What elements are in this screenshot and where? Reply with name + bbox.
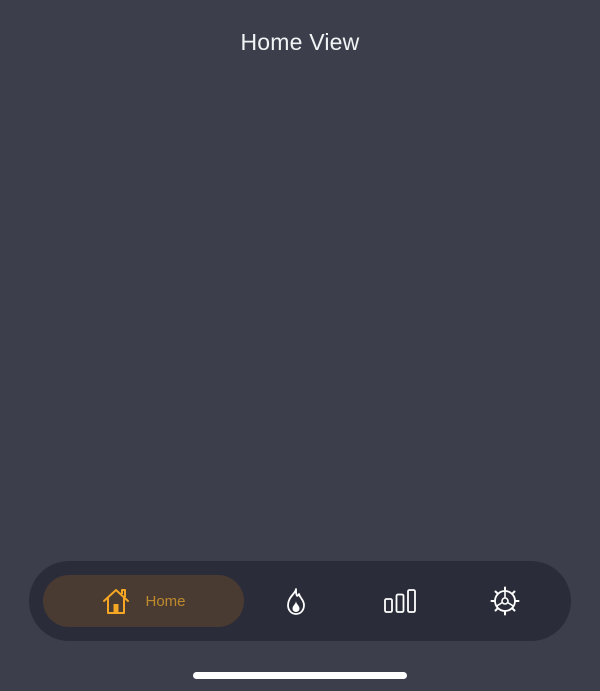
flame-icon bbox=[283, 586, 309, 616]
bar-chart-icon bbox=[384, 589, 416, 613]
house-icon bbox=[101, 587, 131, 615]
tab-streak[interactable] bbox=[265, 575, 327, 627]
tab-stats[interactable] bbox=[369, 575, 431, 627]
home-indicator[interactable] bbox=[193, 672, 407, 679]
tab-home-label: Home bbox=[145, 592, 186, 610]
tab-home[interactable]: Home bbox=[43, 575, 244, 627]
tab-bar: Home bbox=[29, 561, 571, 641]
tab-settings[interactable] bbox=[474, 575, 536, 627]
page-title: Home View bbox=[240, 29, 360, 55]
gear-icon bbox=[490, 586, 520, 616]
